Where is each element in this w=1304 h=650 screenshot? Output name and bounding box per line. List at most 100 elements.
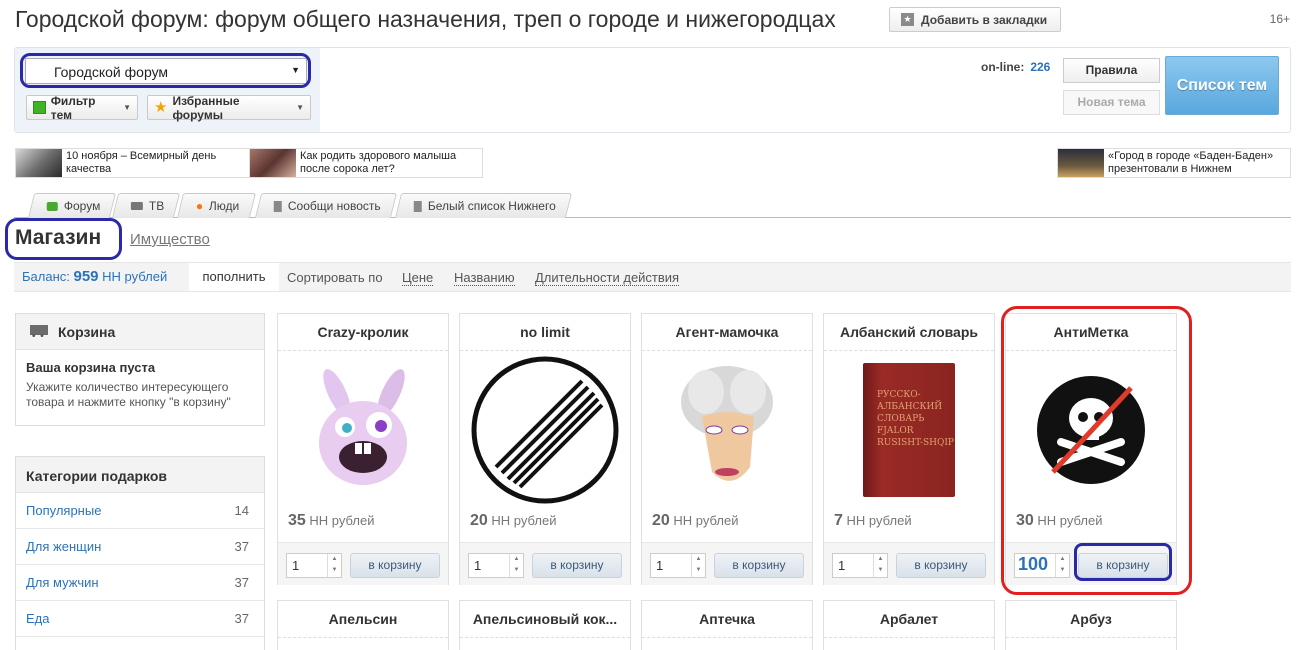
news-text: Как родить здорового малыша после сорока…	[300, 150, 457, 175]
product-price: 20 НН рублей	[470, 512, 557, 529]
add-bookmark-button[interactable]: ★ Добавить в закладки	[889, 7, 1061, 32]
quantity-stepper[interactable]: 1 ▲ ▼	[832, 553, 888, 578]
product-price: 35 НН рублей	[288, 512, 375, 529]
categories-title: Категории подарков	[16, 457, 264, 493]
tab-label: Белый список Нижнего	[427, 199, 556, 213]
online-counter: on-line: 226	[981, 60, 1050, 74]
product-card: Арбалет	[823, 600, 995, 650]
quantity-stepper[interactable]: 1 ▲ ▼	[286, 553, 342, 578]
add-to-cart-button[interactable]: в корзину	[896, 553, 986, 578]
add-to-cart-button[interactable]: в корзину	[714, 553, 804, 578]
tab-white-list[interactable]: Белый список Нижнего	[394, 193, 573, 218]
sort-by-price[interactable]: Цене	[402, 270, 434, 286]
product-image-no-limit[interactable]	[460, 352, 630, 507]
product-title: Арбалет	[824, 601, 994, 638]
chevron-down-icon: ▼	[123, 103, 131, 112]
product-title: no limit	[460, 314, 630, 351]
news-item[interactable]: 10 ноября – Всемирный день качества	[15, 148, 250, 178]
property-link[interactable]: Имущество	[130, 231, 210, 248]
cart-header: Корзина	[16, 314, 264, 350]
product-price: 20 НН рублей	[652, 512, 739, 529]
filter-topics-label: Фильтр тем	[50, 93, 96, 122]
category-name: Еда	[26, 611, 50, 626]
product-image-crazy-rabbit[interactable]	[278, 352, 448, 507]
page-title: Городской форум: форум общего назначения…	[15, 6, 836, 32]
news-thumbnail	[1058, 149, 1104, 177]
tab-forum[interactable]: Форум	[27, 193, 117, 218]
category-item[interactable]: Для мужчин 37	[16, 565, 264, 601]
cart-hint: Укажите количество интересующего товара …	[26, 380, 231, 409]
category-name: Популярные	[26, 503, 102, 518]
stepper-arrows-icon[interactable]: ▲ ▼	[873, 554, 887, 577]
section-tabs: Форум ТВ ● Люди Сообщи новость Белый спи…	[14, 193, 1291, 218]
forum-toolbar: Городской форум ▼ Фильтр тем ▼ ★ Избранн…	[14, 47, 1291, 133]
product-title: Албанский словарь	[824, 314, 994, 351]
sort-by-duration[interactable]: Длительности действия	[535, 270, 680, 286]
topic-list-button[interactable]: Список тем	[1165, 56, 1279, 115]
tab-label: Форум	[63, 199, 101, 213]
camera-icon	[130, 202, 143, 210]
balance-bar: Баланс: 959 НН рублей пополнить Сортиров…	[14, 262, 1291, 292]
tab-tv[interactable]: ТВ	[111, 193, 181, 218]
favorite-forums-label: Избранные форумы	[172, 93, 240, 122]
product-card: Арбуз	[1005, 600, 1177, 650]
news-text: «Город в городе «Баден-Баден» презентова…	[1108, 150, 1274, 177]
product-card: Апельсин	[277, 600, 449, 650]
product-card: no limit 20 НН рублей 1 ▲ ▼ в корзину	[459, 313, 631, 585]
quantity-stepper[interactable]: 1 ▲ ▼	[468, 553, 524, 578]
bookmark-star-icon: ★	[901, 13, 914, 26]
balance-label: Баланс:	[22, 269, 70, 284]
tab-report-news[interactable]: Сообщи новость	[254, 193, 397, 218]
filter-topics-button[interactable]: Фильтр тем ▼	[26, 93, 138, 122]
document-icon	[413, 200, 422, 212]
add-to-cart-button[interactable]: в корзину	[532, 553, 622, 578]
balance-unit: НН рублей	[102, 269, 168, 284]
product-actions: 1 ▲ ▼ в корзину	[642, 542, 812, 585]
stepper-arrows-icon[interactable]: ▲ ▼	[691, 554, 705, 577]
product-card: Crazy-кролик 35 НН рублей 1 ▲ ▼ в корзину	[277, 313, 449, 585]
balance-value: 959	[73, 268, 99, 285]
product-title: Аптечка	[642, 601, 812, 638]
news-item[interactable]: «Город в городе «Баден-Баден» презентова…	[1057, 148, 1291, 178]
toolbar-left-panel: Городской форум ▼ Фильтр тем ▼ ★ Избранн…	[15, 48, 320, 132]
add-bookmark-label: Добавить в закладки	[921, 12, 1048, 27]
category-item[interactable]: Для женщин 37	[16, 529, 264, 565]
document-icon	[273, 200, 282, 212]
balance: Баланс: 959 НН рублей	[22, 268, 167, 285]
favorite-forums-button[interactable]: ★ Избранные форумы ▼	[147, 93, 311, 122]
product-image-agent-mom[interactable]	[642, 352, 812, 507]
chevron-down-icon: ▼	[296, 103, 304, 112]
product-title: Агент-мамочка	[642, 314, 812, 351]
online-count: 226	[1030, 60, 1051, 74]
star-icon: ★	[154, 99, 168, 116]
filter-icon	[33, 101, 46, 114]
product-card: Агент-мамочка 20 НН рублей 1 ▲ ▼ в корзину	[641, 313, 813, 585]
category-count: 14	[234, 503, 249, 518]
chat-bubble-icon	[46, 201, 58, 211]
product-card: Аптечка	[641, 600, 813, 650]
product-actions: 1 ▲ ▼ в корзину	[824, 542, 994, 585]
stepper-arrows-icon[interactable]: ▲ ▼	[509, 554, 523, 577]
person-icon: ●	[195, 199, 204, 213]
tab-label: Люди	[209, 199, 240, 213]
tab-people[interactable]: ● Люди	[176, 193, 256, 218]
top-up-link[interactable]: пополнить	[189, 263, 279, 291]
online-label: on-line:	[981, 60, 1025, 74]
new-topic-button[interactable]: Новая тема	[1063, 90, 1160, 115]
product-image-albanian-dictionary[interactable]: РУССКО-АЛБАНСКИЙ СЛОВАРЬ FJALOR RUSISHT-…	[824, 352, 994, 507]
stepper-arrows-icon[interactable]: ▲ ▼	[327, 554, 341, 577]
category-item[interactable]: Популярные 14	[16, 493, 264, 529]
book-cover: РУССКО-АЛБАНСКИЙ СЛОВАРЬ FJALOR RUSISHT-…	[863, 362, 955, 497]
age-rating: 16+	[1269, 12, 1290, 26]
sort-by-name[interactable]: Названию	[454, 270, 515, 286]
news-item[interactable]: Как родить здорового малыша после сорока…	[249, 148, 483, 178]
product-title: Апельсин	[278, 601, 448, 638]
product-actions: 1 ▲ ▼ в корзину	[278, 542, 448, 585]
add-to-cart-button[interactable]: в корзину	[350, 553, 440, 578]
category-item[interactable]: Еда 37	[16, 601, 264, 637]
news-thumbnail	[16, 149, 62, 177]
cart-panel: Корзина Ваша корзина пуста Укажите колич…	[15, 313, 265, 426]
news-thumbnail	[250, 149, 296, 177]
rules-button[interactable]: Правила	[1063, 58, 1160, 83]
quantity-stepper[interactable]: 1 ▲ ▼	[650, 553, 706, 578]
